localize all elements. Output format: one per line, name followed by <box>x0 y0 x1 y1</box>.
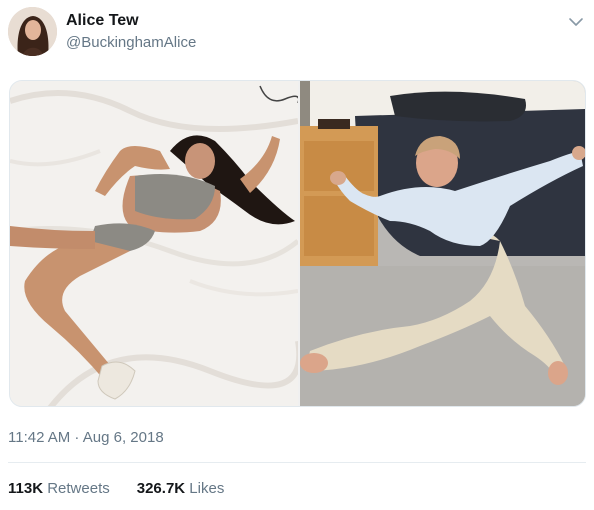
photo-left[interactable] <box>10 81 303 406</box>
retweets-count: 113K <box>8 480 44 497</box>
likes-count: 326.7K <box>136 480 186 497</box>
chevron-down-icon[interactable] <box>566 12 586 32</box>
tweet-stats: 113K Retweets 326.7K Likes <box>8 480 251 497</box>
avatar[interactable] <box>8 7 57 56</box>
retweets-stat[interactable]: 113K Retweets <box>8 480 110 497</box>
divider <box>8 462 586 463</box>
user-handle[interactable]: @BuckinghamAlice <box>66 34 196 51</box>
tweet-media[interactable] <box>9 80 586 407</box>
photo-right[interactable] <box>300 81 585 406</box>
tweet-card: Alice Tew @BuckinghamAlice 11:42 AM · Au… <box>0 0 594 510</box>
retweets-label: Retweets <box>47 480 110 497</box>
tweet-timestamp[interactable]: 11:42 AM · Aug 6, 2018 <box>8 429 164 446</box>
likes-stat[interactable]: 326.7K Likes <box>137 480 225 497</box>
display-name[interactable]: Alice Tew <box>66 12 139 30</box>
likes-label: Likes <box>189 480 225 497</box>
